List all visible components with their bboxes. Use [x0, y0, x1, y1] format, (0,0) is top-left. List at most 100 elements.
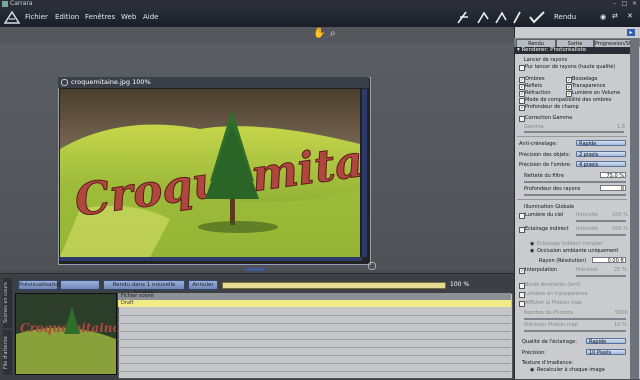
scene-thumbnail[interactable]: Croquemitaine [15, 293, 117, 375]
render-progress-bar [222, 282, 446, 289]
lumiere-transparence-label: Lumière en transparence [525, 291, 588, 297]
tab-file-attente[interactable]: File d'attente [3, 330, 12, 375]
collapse-triangle-icon: ▾ [517, 47, 522, 53]
rendered-image: Croquemitaine [60, 89, 360, 257]
profondeur-rayons-label: Profondeur des rayons [524, 186, 581, 192]
menu-aide[interactable]: Aide [143, 13, 158, 21]
mode-compat-label: Mode de compatibilité des ombres [525, 97, 612, 103]
precision-photon-slider[interactable] [524, 330, 626, 332]
nettete-slider[interactable] [524, 181, 626, 183]
nettete-label: Netteté du filtre [524, 173, 564, 179]
precision2-select[interactable]: 10 Pixels [586, 349, 626, 356]
bords-label: Bords Améliorés (lent) [525, 282, 581, 288]
intensite-value-2: 100 % [612, 226, 628, 232]
radio-eclairage-complet[interactable]: ◉ [530, 241, 534, 247]
profondeur-rayons-slider[interactable] [524, 194, 626, 196]
texture-room-icon[interactable] [513, 11, 521, 24]
intensite-slider-2[interactable] [576, 234, 626, 236]
app-icon [2, 1, 8, 7]
settings-scrollbar[interactable] [630, 38, 639, 379]
queue-divider [118, 323, 511, 324]
refraction-label: Réfraction [525, 90, 551, 96]
minimize-icon[interactable]: – [610, 0, 619, 7]
qualite-eclairage-select[interactable]: Rapide [586, 338, 626, 345]
pur-lancer-label: Pur lancer de rayons (haute qualité) [525, 64, 616, 70]
gamma-value: 1.8 [617, 124, 625, 130]
radio-occlusion[interactable]: ◉ [530, 248, 534, 254]
render-window-titlebar[interactable]: croquemitaine.jpg 100% [58, 77, 369, 88]
queue-divider [118, 347, 511, 348]
precision-objets-label: Précision des objets: [519, 152, 571, 158]
storyboard-room-icon[interactable] [495, 11, 507, 24]
rayon-value[interactable]: 0.00 ft [592, 257, 626, 264]
window-menu-icon[interactable] [61, 78, 68, 86]
correction-gamma-label: Correction Gamma [525, 115, 573, 121]
queue-divider [118, 331, 511, 332]
queue-header: Fichier scène [118, 293, 511, 300]
preview-button[interactable]: Prévisualisation [18, 280, 62, 290]
nettete-value[interactable]: 75.0 % [600, 172, 626, 179]
cancel-button[interactable]: Annuler [188, 280, 218, 290]
rayon-label: Rayon (Résolution) [539, 258, 587, 264]
bosselage-label: Bosselage [572, 76, 598, 82]
assemble-room-icon[interactable] [457, 11, 468, 24]
recalculer-label: Recalculer à chaque image [537, 367, 605, 373]
gamma-label: Gamma [524, 124, 544, 130]
menu-fichier[interactable]: Fichier [25, 13, 48, 21]
nombre-photons-label: Nombre de Photons [524, 310, 574, 316]
interpolation-label: Interpolation [525, 267, 557, 273]
close-icon[interactable]: × [630, 0, 639, 7]
precision-photon-label: Précision Photon map [524, 322, 579, 328]
render-button[interactable] [60, 280, 100, 290]
render-horizontal-scrollbar[interactable] [60, 257, 362, 261]
tab-scenes-en-cours[interactable]: Scènes en cours [3, 278, 12, 328]
precision-photon-value: 10 % [614, 322, 627, 328]
reflets-label: Reflets [525, 83, 543, 89]
radio-recalculer[interactable]: ◉ [530, 367, 534, 373]
ombres-label: Ombres [525, 76, 545, 82]
queue-row[interactable]: Draft [118, 300, 511, 307]
progress-percent: 100 % [450, 281, 470, 288]
queue-divider [118, 363, 511, 364]
carrara-logo-icon[interactable] [3, 10, 21, 25]
menu-edition[interactable]: Edition [55, 13, 79, 21]
queue-divider [118, 355, 511, 356]
profondeur-rayons-value[interactable]: 8 [600, 185, 626, 192]
anticrenelage-select[interactable]: Rapide [576, 140, 626, 147]
os-title-bar: Carrara – □ × [0, 0, 640, 8]
render-window-title: croquemitaine.jpg 100% [71, 78, 151, 86]
model-room-icon[interactable] [477, 11, 489, 24]
menu-fenetres[interactable]: Fenêtres [85, 13, 115, 21]
arrows-icon[interactable]: ⇄ [612, 12, 618, 20]
maximize-icon[interactable]: □ [620, 0, 629, 7]
room-switcher [457, 11, 545, 24]
lumiere-ciel-label: Lumière du ciel [525, 212, 564, 218]
resize-handle-icon[interactable] [368, 262, 376, 270]
profondeur-label: Profondeur de champ [525, 104, 579, 110]
hand-pan-icon[interactable]: ✋ [313, 28, 325, 39]
precision-ombre-select[interactable]: 4 pixels [576, 161, 626, 168]
texture-irradiance-label: Texture d'irradiance: [522, 360, 574, 366]
intensite-label-2: Intensité [576, 226, 598, 232]
afficher-photon-label: Afficher la Photon map [525, 300, 583, 306]
render-vertical-scrollbar[interactable] [362, 89, 367, 257]
intensite-slider[interactable] [576, 220, 626, 222]
render-new-window-button[interactable]: Rendu dans 1 nouvelle fenêtre [103, 280, 185, 296]
window-close-icon[interactable]: ✕ [627, 12, 633, 20]
queue-divider [118, 339, 511, 340]
nombre-photons-slider[interactable] [524, 318, 626, 320]
panel-collapse-icon[interactable]: ▸ [627, 29, 635, 36]
panel-splitter[interactable] [245, 268, 265, 271]
renderer-section-header[interactable]: ▾ Renderer: Photoréaliste [514, 47, 630, 54]
precision-slider[interactable] [576, 275, 626, 277]
render-room-icon[interactable] [529, 11, 545, 24]
precision-objets-select[interactable]: 2 pixels [576, 151, 626, 158]
menu-web[interactable]: Web [121, 13, 136, 21]
transparence-label: Transparence [572, 83, 606, 89]
zoom-icon[interactable]: ⌕ [330, 28, 336, 39]
occlusion-label: Occlusion ambiante uniquement [537, 248, 619, 254]
gamma-slider[interactable] [524, 131, 624, 133]
queue-divider [118, 371, 511, 372]
eye-icon[interactable]: ◉ [600, 13, 606, 21]
divider [517, 136, 627, 137]
